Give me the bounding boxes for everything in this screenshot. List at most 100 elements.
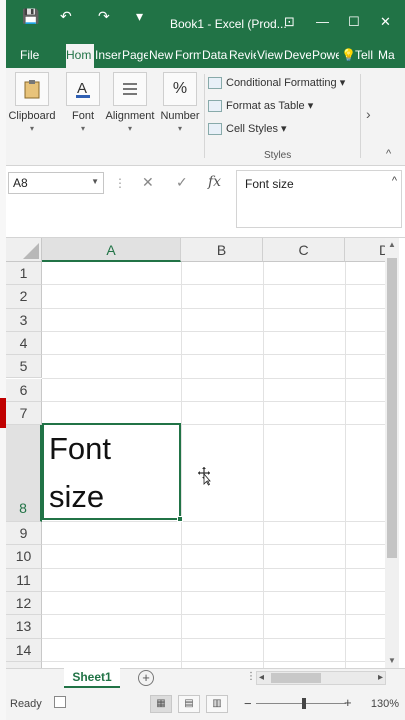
maximize-button[interactable]: ☐ xyxy=(348,14,360,30)
number-button[interactable]: % Number ▾ xyxy=(156,72,204,133)
tab-view[interactable]: View xyxy=(257,48,283,62)
vertical-scrollbar[interactable]: ▲ ▼ xyxy=(385,238,399,668)
zoom-slider-knob[interactable] xyxy=(302,698,306,709)
title-bar: 💾 ↶ ↷ ▾ Book1 - Excel (Prod... ⊡ — ☐ ✕ xyxy=(6,0,405,44)
cell-a8[interactable]: Font size xyxy=(42,423,183,522)
tell-me-search[interactable]: Tell xyxy=(355,48,373,62)
tab-developer[interactable]: Deve xyxy=(284,48,311,62)
tab-new[interactable]: New xyxy=(149,48,173,62)
zoom-slider[interactable] xyxy=(256,698,346,709)
row-header-11[interactable]: 11 xyxy=(6,568,42,592)
grid-line xyxy=(42,377,385,379)
page-break-preview-button[interactable]: ▥ xyxy=(206,695,228,713)
row-header-9[interactable]: 9 xyxy=(6,522,42,546)
grid-line xyxy=(42,330,385,332)
page-layout-view-button[interactable]: ▤ xyxy=(178,695,200,713)
row-header-13[interactable]: 13 xyxy=(6,615,42,639)
row-header-12[interactable]: 12 xyxy=(6,592,42,616)
row-header-7[interactable]: 7 xyxy=(6,401,42,426)
formula-bar-menu-icon[interactable]: ⋮ xyxy=(114,176,126,190)
grid-line xyxy=(42,521,385,523)
grid-line xyxy=(42,637,385,639)
tab-page-layout[interactable]: Page xyxy=(122,48,148,62)
close-button[interactable]: ✕ xyxy=(380,14,391,30)
zoom-level[interactable]: 130% xyxy=(371,698,399,710)
row-header-5[interactable]: 5 xyxy=(6,355,42,379)
window-title: Book1 - Excel (Prod... xyxy=(170,17,287,31)
horizontal-scrollbar[interactable]: ◂ ▸ xyxy=(256,671,386,685)
collapse-ribbon-button[interactable]: ^ xyxy=(386,148,391,160)
row-header-14[interactable]: 14 xyxy=(6,638,42,662)
tab-more[interactable]: Ma xyxy=(378,48,395,62)
add-sheet-button[interactable]: + xyxy=(138,670,154,686)
macro-record-icon[interactable] xyxy=(54,696,66,708)
column-header-c[interactable]: C xyxy=(263,238,345,262)
lightbulb-icon[interactable]: 💡 xyxy=(341,48,356,62)
ribbon-display-options-icon[interactable]: ⊡ xyxy=(284,14,295,30)
expand-formula-bar-button[interactable]: ^ xyxy=(392,175,397,187)
ribbon-tabs: File Hom Inser Page New Form Data Revie … xyxy=(6,44,405,68)
row-header-10[interactable]: 10 xyxy=(6,545,42,569)
tab-insert[interactable]: Inser xyxy=(95,48,121,62)
minimize-button[interactable]: — xyxy=(316,14,329,29)
grid-line xyxy=(42,400,385,402)
tab-power[interactable]: Powe xyxy=(312,48,339,62)
status-bar: Ready ▦ ▤ ▥ − + 130% xyxy=(6,688,405,720)
spreadsheet-grid[interactable]: A B C D 123456789101112131415 Font size xyxy=(6,238,385,668)
clipboard-icon xyxy=(15,72,49,106)
undo-icon[interactable]: ↶ xyxy=(60,8,72,25)
chevron-down-icon[interactable]: ▼ xyxy=(91,177,99,186)
chevron-down-icon: ▾ xyxy=(307,100,314,112)
vertical-scroll-thumb[interactable] xyxy=(387,258,397,558)
name-box[interactable]: A8 ▼ xyxy=(8,172,104,194)
conditional-formatting-button[interactable]: Conditional Formatting ▾ xyxy=(208,76,346,90)
chevron-down-icon: ▾ xyxy=(339,77,346,89)
scroll-up-icon[interactable]: ▲ xyxy=(388,240,396,249)
insert-function-icon[interactable]: fx xyxy=(208,174,221,190)
dot-separator-icon: ⋮ xyxy=(246,671,256,682)
enter-entry-icon[interactable]: ✓ xyxy=(176,174,188,191)
zoom-in-button[interactable]: + xyxy=(344,695,352,710)
column-header-b[interactable]: B xyxy=(181,238,263,262)
grid-line xyxy=(42,544,385,546)
tab-data[interactable]: Data xyxy=(202,48,228,62)
format-as-table-button[interactable]: Format as Table ▾ xyxy=(208,99,314,113)
qat-customize-icon[interactable]: ▾ xyxy=(136,8,143,25)
tab-home[interactable]: Hom xyxy=(66,44,94,68)
tab-formulas[interactable]: Form xyxy=(175,48,201,62)
format-as-table-label: Format as Table xyxy=(226,100,305,112)
scroll-down-icon[interactable]: ▼ xyxy=(388,656,396,665)
row-header-1[interactable]: 1 xyxy=(6,262,42,286)
cancel-entry-icon[interactable]: ✕ xyxy=(142,174,154,191)
row-header-3[interactable]: 3 xyxy=(6,308,42,332)
column-header-d[interactable]: D xyxy=(345,238,385,262)
formula-input[interactable]: Font size ^ xyxy=(236,170,402,228)
row-header-8[interactable]: 8 xyxy=(6,425,42,523)
redo-icon[interactable]: ↷ xyxy=(98,8,110,25)
tab-review[interactable]: Revie xyxy=(229,48,256,62)
row-header-6[interactable]: 6 xyxy=(6,378,42,402)
font-label: Font xyxy=(71,110,94,122)
row-header-4[interactable]: 4 xyxy=(6,331,42,356)
select-all-button[interactable] xyxy=(6,238,42,262)
sheet-tab-sheet1[interactable]: Sheet1 xyxy=(64,668,120,688)
normal-view-button[interactable]: ▦ xyxy=(150,695,172,713)
save-icon[interactable]: 💾 xyxy=(22,8,39,25)
clipboard-button[interactable]: Clipboard ▾ xyxy=(8,72,56,133)
tab-file[interactable]: File xyxy=(20,48,39,62)
ribbon-scroll-right-button[interactable]: › xyxy=(366,106,371,122)
font-icon: A xyxy=(66,72,100,106)
fill-handle[interactable] xyxy=(177,516,183,522)
scroll-right-icon[interactable]: ▸ xyxy=(378,672,383,683)
scroll-left-icon[interactable]: ◂ xyxy=(259,672,264,683)
alignment-button[interactable]: Alignment ▾ xyxy=(102,72,158,133)
cell-styles-button[interactable]: Cell Styles ▾ xyxy=(208,122,287,136)
zoom-out-button[interactable]: − xyxy=(244,696,252,711)
row-header-2[interactable]: 2 xyxy=(6,285,42,309)
horizontal-scroll-thumb[interactable] xyxy=(271,673,321,683)
font-button[interactable]: A Font ▾ xyxy=(62,72,104,133)
column-header-a[interactable]: A xyxy=(42,238,181,262)
grid-line xyxy=(263,262,264,668)
name-box-value: A8 xyxy=(13,176,28,190)
alignment-icon xyxy=(113,72,147,106)
